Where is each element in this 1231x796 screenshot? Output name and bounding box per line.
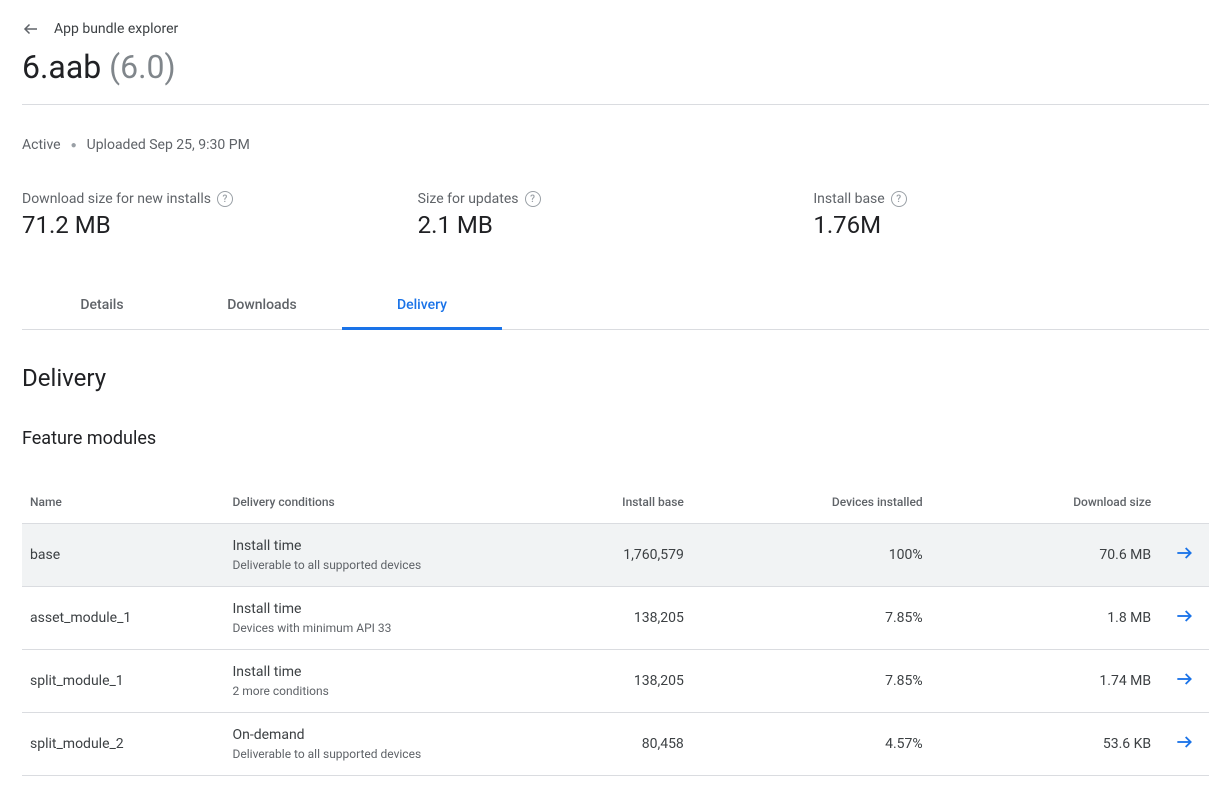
condition-main: Install time (233, 601, 529, 617)
stat-0: Download size for new installs ? 71.2 MB (22, 191, 418, 239)
help-icon[interactable]: ? (525, 191, 541, 207)
cell-devices-installed: 4.57% (692, 713, 931, 776)
page-title: 6.aab (6.0) (22, 48, 1209, 105)
stat-value: 71.2 MB (22, 211, 418, 239)
stat-label: Size for updates ? (418, 191, 814, 207)
tab-details[interactable]: Details (22, 283, 182, 329)
breadcrumb-label[interactable]: App bundle explorer (54, 21, 178, 37)
meta-row: Active ● Uploaded Sep 25, 9:30 PM (22, 137, 1209, 153)
status-label: Active (22, 137, 61, 153)
stat-2: Install base ? 1.76M (813, 191, 1209, 239)
cell-name: base (22, 524, 225, 587)
stat-label-text: Install base (813, 191, 884, 207)
help-icon[interactable]: ? (217, 191, 233, 207)
condition-sub: Deliverable to all supported devices (233, 558, 529, 572)
cell-devices-installed: 7.85% (692, 587, 931, 650)
cell-devices-installed: 7.85% (692, 650, 931, 713)
arrow-right-icon[interactable] (1174, 669, 1194, 689)
stat-label: Install base ? (813, 191, 1209, 207)
arrow-right-icon[interactable] (1174, 543, 1194, 563)
condition-main: On-demand (233, 727, 529, 743)
help-icon[interactable]: ? (891, 191, 907, 207)
cell-download-size: 1.74 MB (931, 650, 1159, 713)
table-row[interactable]: split_module_2 On-demand Deliverable to … (22, 713, 1209, 776)
cell-name: split_module_2 (22, 713, 225, 776)
stat-value: 1.76M (813, 211, 1209, 239)
th-devices-installed: Devices installed (692, 481, 931, 524)
cell-action (1159, 524, 1209, 587)
th-download-size: Download size (931, 481, 1159, 524)
th-action (1159, 481, 1209, 524)
cell-action (1159, 587, 1209, 650)
condition-sub: Devices with minimum API 33 (233, 621, 529, 635)
section-title: Delivery (22, 364, 1209, 392)
cell-name: asset_module_1 (22, 587, 225, 650)
th-name: Name (22, 481, 225, 524)
cell-devices-installed: 100% (692, 524, 931, 587)
breadcrumb: App bundle explorer (22, 20, 1209, 38)
cell-download-size: 1.8 MB (931, 587, 1159, 650)
tab-downloads[interactable]: Downloads (182, 283, 342, 329)
cell-download-size: 70.6 MB (931, 524, 1159, 587)
title-version: (6.0) (109, 48, 176, 86)
stats-row: Download size for new installs ? 71.2 MB… (22, 191, 1209, 239)
condition-sub: 2 more conditions (233, 684, 529, 698)
separator-dot: ● (71, 140, 77, 151)
cell-install-base: 1,760,579 (536, 524, 692, 587)
arrow-right-icon[interactable] (1174, 732, 1194, 752)
cell-conditions: Install time Devices with minimum API 33 (225, 587, 537, 650)
th-install-base: Install base (536, 481, 692, 524)
cell-action (1159, 713, 1209, 776)
stat-value: 2.1 MB (418, 211, 814, 239)
cell-download-size: 53.6 KB (931, 713, 1159, 776)
cell-install-base: 80,458 (536, 713, 692, 776)
uploaded-label: Uploaded Sep 25, 9:30 PM (87, 137, 250, 153)
stat-label-text: Size for updates (418, 191, 519, 207)
stat-label: Download size for new installs ? (22, 191, 418, 207)
cell-name: split_module_1 (22, 650, 225, 713)
cell-action (1159, 650, 1209, 713)
feature-modules-table: Name Delivery conditions Install base De… (22, 481, 1209, 776)
cell-install-base: 138,205 (536, 650, 692, 713)
subsection-title: Feature modules (22, 428, 1209, 449)
back-arrow-icon[interactable] (22, 20, 40, 38)
condition-main: Install time (233, 538, 529, 554)
cell-install-base: 138,205 (536, 587, 692, 650)
cell-conditions: On-demand Deliverable to all supported d… (225, 713, 537, 776)
tab-delivery[interactable]: Delivery (342, 283, 502, 330)
condition-main: Install time (233, 664, 529, 680)
cell-conditions: Install time Deliverable to all supporte… (225, 524, 537, 587)
title-filename: 6.aab (22, 48, 101, 86)
th-conditions: Delivery conditions (225, 481, 537, 524)
tabs: DetailsDownloadsDelivery (22, 283, 1209, 330)
stat-1: Size for updates ? 2.1 MB (418, 191, 814, 239)
table-row[interactable]: asset_module_1 Install time Devices with… (22, 587, 1209, 650)
arrow-right-icon[interactable] (1174, 606, 1194, 626)
table-row[interactable]: base Install time Deliverable to all sup… (22, 524, 1209, 587)
table-row[interactable]: split_module_1 Install time 2 more condi… (22, 650, 1209, 713)
condition-sub: Deliverable to all supported devices (233, 747, 529, 761)
stat-label-text: Download size for new installs (22, 191, 211, 207)
cell-conditions: Install time 2 more conditions (225, 650, 537, 713)
